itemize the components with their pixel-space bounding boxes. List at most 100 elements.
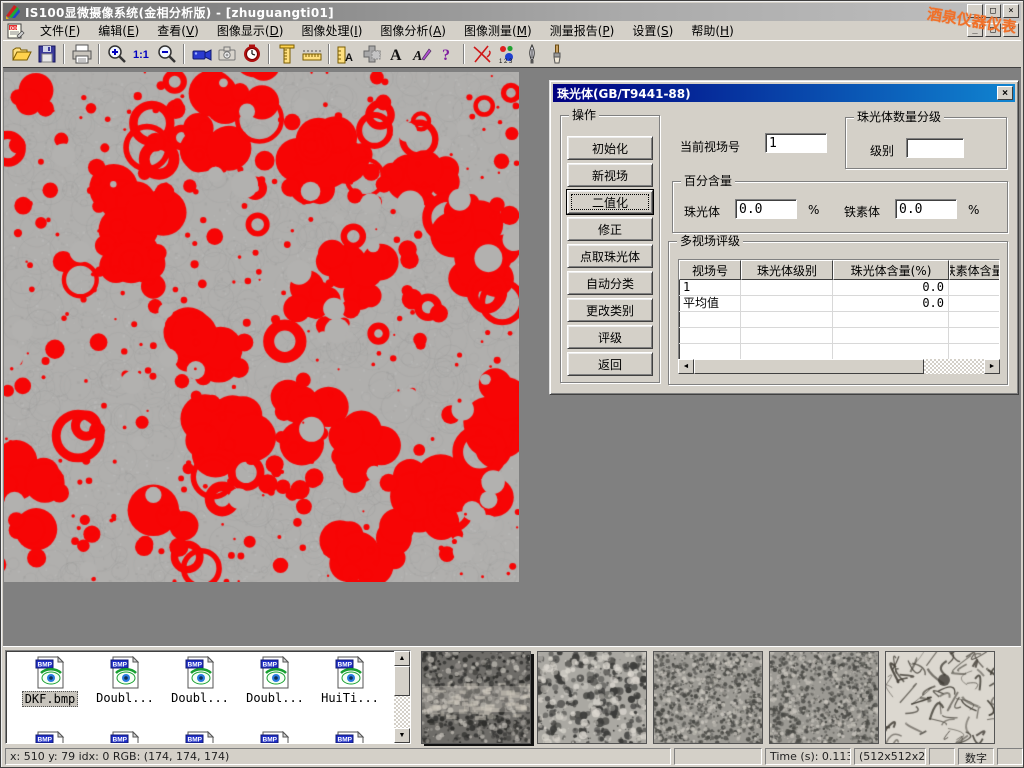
rating-table[interactable]: 视场号 珠光体级别 珠光体含量(%) 铁素体含量(%) 1 0.0 平均值 0.… <box>678 259 1000 374</box>
thumbnail-2[interactable] <box>537 651 647 744</box>
table-row[interactable]: 1 0.0 <box>679 280 999 296</box>
toolbar-separator <box>183 44 185 64</box>
table-row[interactable] <box>679 312 999 328</box>
count-particles-icon[interactable]: 1 2 3 <box>494 42 519 66</box>
menu-image-display[interactable]: 图像显示(D) <box>208 20 293 41</box>
zoom-out-icon[interactable] <box>154 42 179 66</box>
restore-button[interactable]: □ <box>985 4 1001 18</box>
svg-text:BMP: BMP <box>112 662 127 669</box>
correct-button[interactable]: 修正 <box>567 217 653 241</box>
ruler-icon[interactable] <box>299 42 324 66</box>
scroll-right-icon[interactable]: ► <box>984 359 1000 374</box>
binarize-button[interactable]: 二值化 <box>567 190 653 214</box>
table-row[interactable]: 平均值 0.0 <box>679 296 999 312</box>
zoom-in-icon[interactable] <box>104 42 129 66</box>
thumbnail-4[interactable] <box>769 651 879 744</box>
rate-button[interactable]: 评级 <box>567 325 653 349</box>
zoom-1to1-icon[interactable]: 1:1 <box>129 42 154 66</box>
scroll-up-icon[interactable]: ▲ <box>394 651 410 666</box>
dialog-title: 珠光体(GB/T9441-88) <box>557 85 691 102</box>
vscroll-thumb[interactable] <box>394 666 410 696</box>
metallographic-image[interactable] <box>4 72 519 582</box>
return-button[interactable]: 返回 <box>567 352 653 376</box>
menu-settings[interactable]: 设置(S) <box>623 20 682 41</box>
dialog-close-icon[interactable]: × <box>997 86 1013 100</box>
file-item[interactable]: BMP <box>164 731 236 744</box>
help-icon[interactable]: ? <box>434 42 459 66</box>
file-vscrollbar[interactable]: ▲ ▼ <box>394 651 410 743</box>
scroll-left-icon[interactable]: ◄ <box>678 359 694 374</box>
new-field-button[interactable]: 新视场 <box>567 163 653 187</box>
toolbar-separator <box>268 44 270 64</box>
table-row[interactable] <box>679 328 999 344</box>
file-item[interactable]: BMP <box>14 731 86 744</box>
text-icon[interactable]: A <box>384 42 409 66</box>
minimize-button[interactable]: _ <box>967 4 983 18</box>
edit-text-icon[interactable]: A <box>409 42 434 66</box>
ferrite-unit: % <box>968 203 979 217</box>
close-button[interactable]: × <box>1003 4 1019 18</box>
ferrite-percent-input[interactable] <box>895 199 957 219</box>
cell-pearlite: 0.0 <box>833 296 949 311</box>
app-icon <box>5 3 21 22</box>
mdi-close-button[interactable]: × <box>1003 23 1019 37</box>
table-hscrollbar[interactable]: ◄ ► <box>678 359 1000 374</box>
title-bar[interactable]: IS100显微摄像系统(金相分析版) - [zhuguangti01] _ □ … <box>3 3 1021 21</box>
thumbnail-3[interactable] <box>653 651 763 744</box>
table-row[interactable] <box>679 344 999 360</box>
menu-file[interactable]: 文件(F) <box>31 20 89 41</box>
timer-icon[interactable] <box>239 42 264 66</box>
save-icon[interactable] <box>34 42 59 66</box>
current-field-input[interactable] <box>765 133 827 153</box>
video-camera-icon[interactable] <box>189 42 214 66</box>
open-file-icon[interactable] <box>9 42 34 66</box>
brush-icon[interactable] <box>544 42 569 66</box>
svg-text:BMP: BMP <box>337 737 352 744</box>
grade-input[interactable] <box>906 138 964 158</box>
menu-help[interactable]: 帮助(H) <box>682 20 742 41</box>
thumbnail-1[interactable] <box>421 651 531 744</box>
pen-icon[interactable] <box>519 42 544 66</box>
file-item[interactable]: BMP <box>239 731 311 744</box>
hscroll-thumb[interactable] <box>694 359 924 374</box>
menu-view[interactable]: 查看(V) <box>148 20 208 41</box>
toolbar-separator <box>98 44 100 64</box>
file-item[interactable]: BMP DKF.bmp <box>14 656 86 707</box>
file-item[interactable]: BMP Doubl... <box>89 656 161 705</box>
photo-camera-icon[interactable] <box>214 42 239 66</box>
pearlite-dialog: 珠光体(GB/T9441-88) × 操作 初始化 新视场 二值化 修正 点取珠… <box>549 80 1019 395</box>
dialog-title-bar[interactable]: 珠光体(GB/T9441-88) × <box>553 84 1015 102</box>
thumbnail-5[interactable] <box>885 651 995 744</box>
caliper-icon[interactable] <box>274 42 299 66</box>
menu-edit[interactable]: 编辑(E) <box>89 20 148 41</box>
merge-cross-icon[interactable] <box>359 42 384 66</box>
svg-text:BMP: BMP <box>37 737 52 744</box>
change-class-button[interactable]: 更改类别 <box>567 298 653 322</box>
document-icon[interactable]: DOC <box>7 23 25 39</box>
auto-classify-button[interactable]: 自动分类 <box>567 271 653 295</box>
mdi-minimize-button[interactable]: _ <box>967 23 983 37</box>
menu-measure-report[interactable]: 测量报告(P) <box>541 20 624 41</box>
svg-text:BMP: BMP <box>262 662 277 669</box>
measure-label-icon[interactable]: A <box>334 42 359 66</box>
print-icon[interactable] <box>69 42 94 66</box>
mdi-restore-button[interactable]: □ <box>985 23 1001 37</box>
rating-table-header: 视场号 珠光体级别 珠光体含量(%) 铁素体含量(%) <box>679 260 999 280</box>
file-browser[interactable]: BMP DKF.bmp BMP Doubl... BMP Doubl... BM… <box>5 650 411 744</box>
svg-text:A: A <box>390 47 402 64</box>
pearlite-percent-input[interactable] <box>735 199 797 219</box>
menu-image-analysis[interactable]: 图像分析(A) <box>371 20 455 41</box>
file-item[interactable]: BMP HuiTi... <box>314 656 386 705</box>
svg-text:BMP: BMP <box>112 737 127 744</box>
file-item[interactable]: BMP Doubl... <box>164 656 236 705</box>
file-item[interactable]: BMP Doubl... <box>239 656 311 705</box>
pick-pearlite-button[interactable]: 点取珠光体 <box>567 244 653 268</box>
initialize-button[interactable]: 初始化 <box>567 136 653 160</box>
menu-image-measure[interactable]: 图像测量(M) <box>455 20 541 41</box>
curve-cut-icon[interactable] <box>469 42 494 66</box>
toolbar-separator <box>463 44 465 64</box>
file-item[interactable]: BMP <box>89 731 161 744</box>
scroll-down-icon[interactable]: ▼ <box>394 728 410 743</box>
menu-image-process[interactable]: 图像处理(I) <box>292 20 371 41</box>
file-item[interactable]: BMP <box>314 731 386 744</box>
